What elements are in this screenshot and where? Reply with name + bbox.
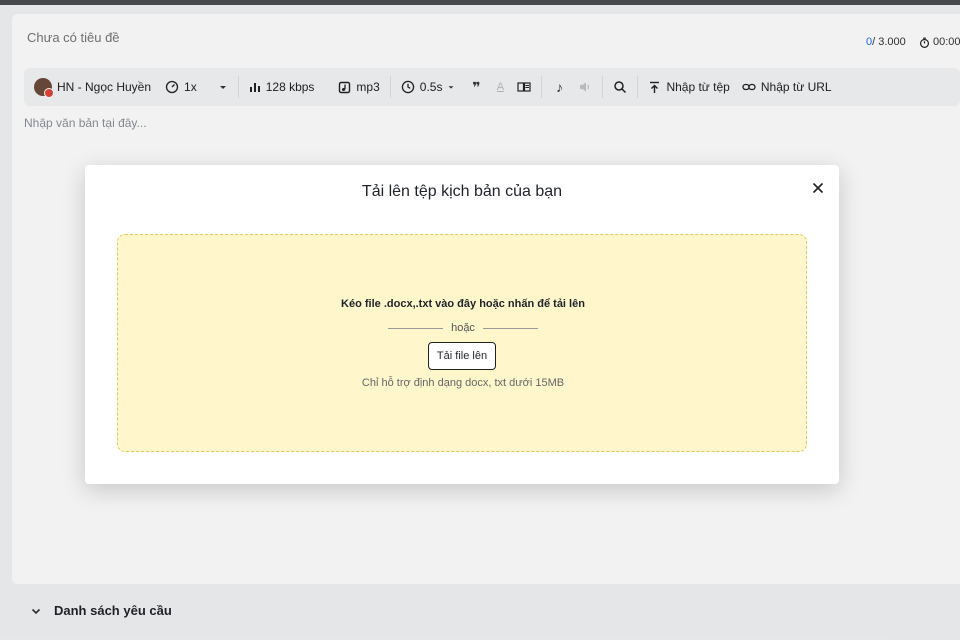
upload-file-button[interactable]: Tải file lên (428, 342, 496, 370)
or-divider: hoặc (388, 322, 539, 334)
divider-line (482, 327, 539, 329)
close-icon (812, 182, 824, 194)
close-button[interactable] (808, 178, 828, 198)
upload-hint: Chỉ hỗ trợ định dạng docx, txt dưới 15MB (361, 377, 565, 389)
divider-line (388, 327, 444, 329)
dropzone-instruction: Kéo file .docx,.txt vào đây hoặc nhấn để… (341, 298, 585, 310)
or-text: hoặc (451, 322, 475, 334)
file-dropzone[interactable]: Kéo file .docx,.txt vào đây hoặc nhấn để… (117, 234, 807, 452)
upload-modal: Tải lên tệp kịch bản của bạn Kéo file .d… (85, 165, 839, 484)
modal-title: Tải lên tệp kịch bản của bạn (361, 183, 563, 200)
